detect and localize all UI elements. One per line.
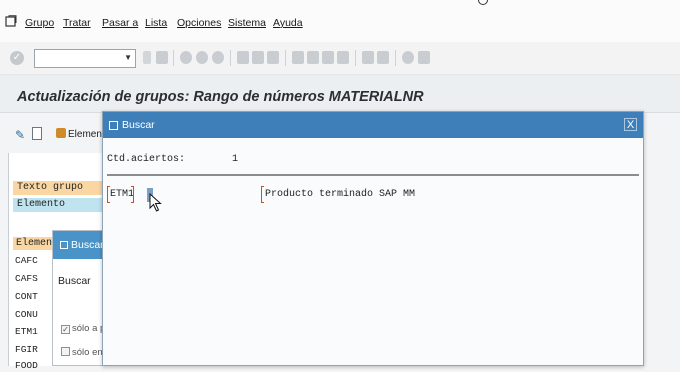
exit-icon[interactable]	[196, 51, 208, 64]
divider	[107, 174, 639, 176]
last-page-icon[interactable]	[337, 51, 349, 64]
result-desc-bracket	[261, 186, 264, 203]
search-label: Buscar	[58, 275, 91, 287]
toolbar-divider	[355, 50, 356, 66]
hits-label: Ctd.aciertos:	[107, 154, 186, 165]
window-icon	[60, 241, 68, 249]
checkbox-icon[interactable]	[61, 347, 70, 356]
save-icon[interactable]	[156, 51, 168, 64]
menu-bar: Grupo Tratar Pasar a Lista Opciones Sist…	[0, 0, 680, 42]
chevron-down-icon[interactable]: ▼	[124, 53, 132, 62]
option-label-1: sólo a p	[72, 323, 106, 334]
result-description[interactable]: Producto terminado SAP MM	[265, 189, 415, 200]
print-icon[interactable]	[237, 51, 249, 64]
dialog-body: Ctd.aciertos: 1 ETM1 Producto terminado …	[103, 138, 643, 365]
close-button[interactable]: X	[624, 118, 637, 131]
group-text-label: Texto grupo	[13, 181, 109, 195]
menu-ayuda[interactable]: Ayuda	[273, 17, 303, 29]
elements-button-label: Element	[68, 129, 105, 140]
search-result-row[interactable]: ETM1 Producto terminado SAP MM	[107, 185, 639, 212]
find-icon[interactable]	[252, 51, 264, 64]
option-checkbox-1[interactable]: ✓ sólo a p	[61, 323, 105, 334]
hits-count: 1	[232, 154, 239, 165]
window-icon	[109, 121, 118, 130]
toolbar-divider	[395, 50, 396, 66]
menu-pasar-a[interactable]: Pasar a	[102, 17, 138, 29]
option-checkbox-2[interactable]: sólo en	[61, 347, 103, 358]
background-dialog-title: Buscar	[71, 239, 104, 251]
title-bar: Actualización de grupos: Rango de número…	[0, 75, 680, 113]
mouse-pointer-icon	[149, 193, 162, 212]
new-session-icon[interactable]	[362, 51, 374, 64]
back-nav-icon[interactable]	[180, 51, 192, 64]
toolbar-divider	[230, 50, 231, 66]
dialog-title: Buscar	[122, 119, 155, 131]
list-item[interactable]: CAFC	[15, 255, 38, 267]
menu-opciones[interactable]: Opciones	[177, 17, 221, 29]
menu-grupo[interactable]: Grupo	[25, 17, 54, 29]
document-icon[interactable]	[32, 127, 42, 140]
edit-pencil-icon[interactable]: ✎	[15, 128, 25, 142]
first-page-icon[interactable]	[292, 51, 304, 64]
shortcut-icon[interactable]	[377, 51, 389, 64]
busy-indicator-icon	[478, 0, 488, 5]
list-item[interactable]: CAFS	[15, 273, 38, 285]
next-page-icon[interactable]	[322, 51, 334, 64]
page-title: Actualización de grupos: Rango de número…	[17, 89, 424, 105]
checkbox-checked-icon[interactable]: ✓	[61, 325, 70, 334]
cancel-icon[interactable]	[212, 51, 224, 64]
command-field[interactable]: ▼	[34, 49, 136, 68]
option-label-2: sólo en	[72, 347, 103, 358]
help-icon[interactable]	[402, 51, 414, 64]
list-item[interactable]: CONU	[15, 309, 38, 321]
list-item[interactable]: FGIR	[15, 344, 38, 356]
previous-page-icon[interactable]	[307, 51, 319, 64]
dialog-header: Buscar X	[103, 112, 643, 138]
toolbar-divider	[173, 50, 174, 66]
toolbar-divider	[285, 50, 286, 66]
list-item[interactable]: FOOD	[15, 360, 38, 372]
enter-check-icon[interactable]: ✓	[10, 51, 24, 65]
list-item[interactable]: ETM1	[15, 326, 38, 338]
layout-icon[interactable]	[418, 51, 430, 64]
menu-lista[interactable]: Lista	[145, 17, 167, 29]
window-icon[interactable]	[5, 15, 17, 27]
result-key-bracket	[131, 186, 134, 203]
menu-tratar[interactable]: Tratar	[63, 17, 91, 29]
elements-icon	[56, 128, 66, 138]
elements-button[interactable]: Element	[56, 128, 105, 140]
find-next-icon[interactable]	[267, 51, 279, 64]
search-results-dialog: Buscar X Ctd.aciertos: 1 ETM1 Producto t…	[102, 111, 644, 366]
list-item[interactable]: CONT	[15, 291, 38, 303]
back-icon[interactable]	[143, 51, 151, 64]
menu-sistema[interactable]: Sistema	[228, 17, 266, 29]
element-label: Elemento	[13, 198, 109, 212]
standard-toolbar: ✓ ▼	[0, 42, 680, 75]
